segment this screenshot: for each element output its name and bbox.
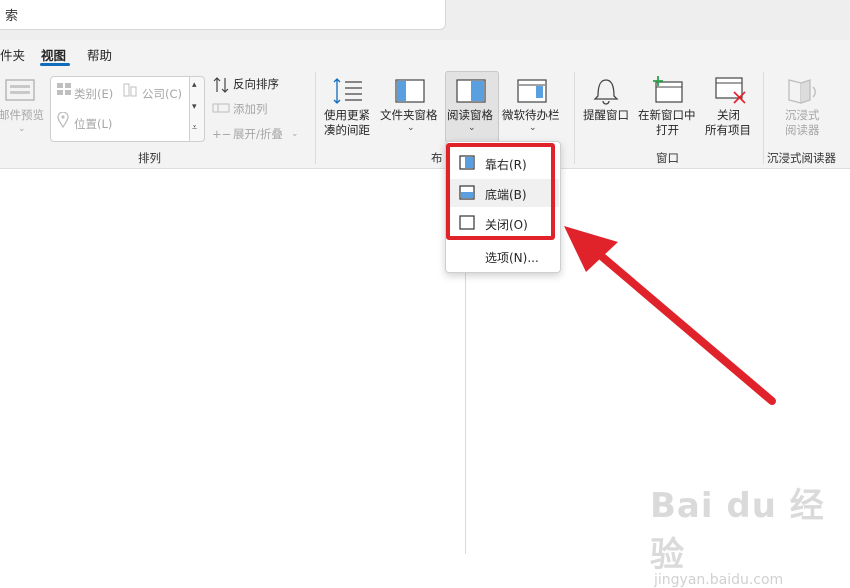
todo-bar-icon [517,79,547,103]
compact-spacing-label-1[interactable]: 使用更紧 [324,108,370,122]
location-icon [57,112,69,128]
chevron-down-icon: ⌄ [468,123,476,133]
search-input[interactable]: 索 [5,5,18,24]
message-preview-icon [5,79,35,101]
close-all-label-2[interactable]: 所有项目 [705,123,751,137]
watermark-logo: Bai du 经验 [650,486,825,575]
gallery-down-icon[interactable]: ▾ [192,102,197,112]
close-all-label-1[interactable]: 关闭 [717,108,740,122]
arrange-by-location[interactable]: 位置(L) [74,117,112,131]
reading-pane-icon [456,79,486,103]
ribbon-tabs: 件夹 视图 帮助 [0,40,850,66]
immersive-reader-label-1[interactable]: 沉浸式 [785,108,820,122]
search-box[interactable]: 索 [0,0,446,30]
gallery-more-icon[interactable]: ⩡ [192,123,197,133]
group-label-arrange: 排列 [138,151,161,165]
immersive-reader-icon [788,79,816,104]
chevron-down-icon: ⌄ [407,123,415,133]
chevron-down-icon: ⌄ [529,123,537,133]
tab-folder[interactable]: 件夹 [0,45,25,64]
watermark: Bai du 经验 jingyan.baidu.com [650,478,850,588]
immersive-reader-label-2[interactable]: 阅读器 [785,123,820,137]
menu-item-options[interactable]: 选项(N)... [447,242,559,270]
bell-icon [593,79,619,105]
company-icon [123,83,137,97]
compact-spacing-icon [333,78,362,104]
reverse-sort-icon [213,77,229,93]
new-window-icon [653,76,683,103]
expand-collapse-button[interactable]: 展开/折叠 [233,127,283,141]
compact-spacing-label-2[interactable]: 凑的间距 [324,123,370,137]
highlight-box [446,143,555,240]
tab-view[interactable]: 视图 [41,45,66,64]
group-separator [763,72,764,164]
open-new-window-label-1[interactable]: 在新窗口中 [638,108,696,122]
group-separator [574,72,575,164]
chevron-down-icon: ⌄ [18,124,26,134]
annotation-arrow [564,226,776,405]
add-column-button[interactable]: 添加列 [233,102,268,116]
todo-bar-button[interactable]: 微软待办栏 [502,108,560,122]
group-label-window: 窗口 [656,151,679,165]
gallery-up-icon[interactable]: ▴ [192,80,197,90]
folder-pane-icon [395,79,425,103]
arrange-by-category[interactable]: 类别(E) [74,87,113,101]
tab-help[interactable]: 帮助 [87,45,112,64]
reminders-window-button[interactable]: 提醒窗口 [583,108,629,122]
category-icon [57,83,71,95]
folder-pane-button[interactable]: 文件夹窗格 [380,108,438,122]
reading-pane-label[interactable]: 阅读窗格 [447,108,493,122]
reverse-sort-button[interactable]: 反向排序 [233,77,279,91]
add-column-icon [212,103,230,113]
group-label-immersive: 沉浸式阅读器 [767,151,836,165]
group-label-layout: 布 [431,151,443,165]
group-separator [315,72,316,164]
chevron-down-icon: ⌄ [291,129,299,139]
expand-collapse-icon: +− [212,127,232,141]
arrange-by-company[interactable]: 公司(C) [142,87,182,101]
open-new-window-label-2[interactable]: 打开 [656,123,679,137]
message-preview-button[interactable]: 邮件预览 [0,108,44,122]
close-all-items-icon [715,77,746,104]
watermark-url: jingyan.baidu.com [654,572,784,588]
